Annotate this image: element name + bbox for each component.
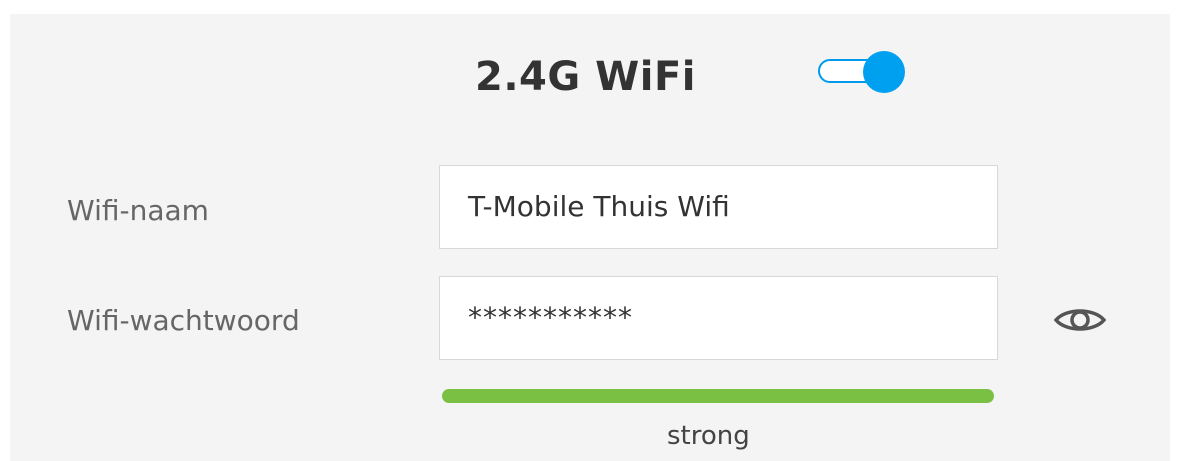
wifi-enable-toggle[interactable] — [818, 51, 908, 93]
wifi-name-input[interactable]: T-Mobile Thuis Wifi — [439, 165, 998, 249]
eye-icon[interactable] — [1050, 302, 1110, 338]
band-title: 2.4G WiFi — [475, 54, 696, 100]
password-strength-label: strong — [667, 421, 750, 451]
wifi-password-label: Wifi-wachtwoord — [67, 304, 300, 337]
wifi-settings-panel: 2.4G WiFi Wifi-naam T-Mobile Thuis Wifi … — [10, 14, 1170, 461]
password-strength-bar — [442, 389, 994, 403]
wifi-password-input[interactable]: *********** — [439, 276, 998, 360]
wifi-name-label: Wifi-naam — [67, 194, 209, 227]
toggle-knob — [863, 51, 905, 93]
